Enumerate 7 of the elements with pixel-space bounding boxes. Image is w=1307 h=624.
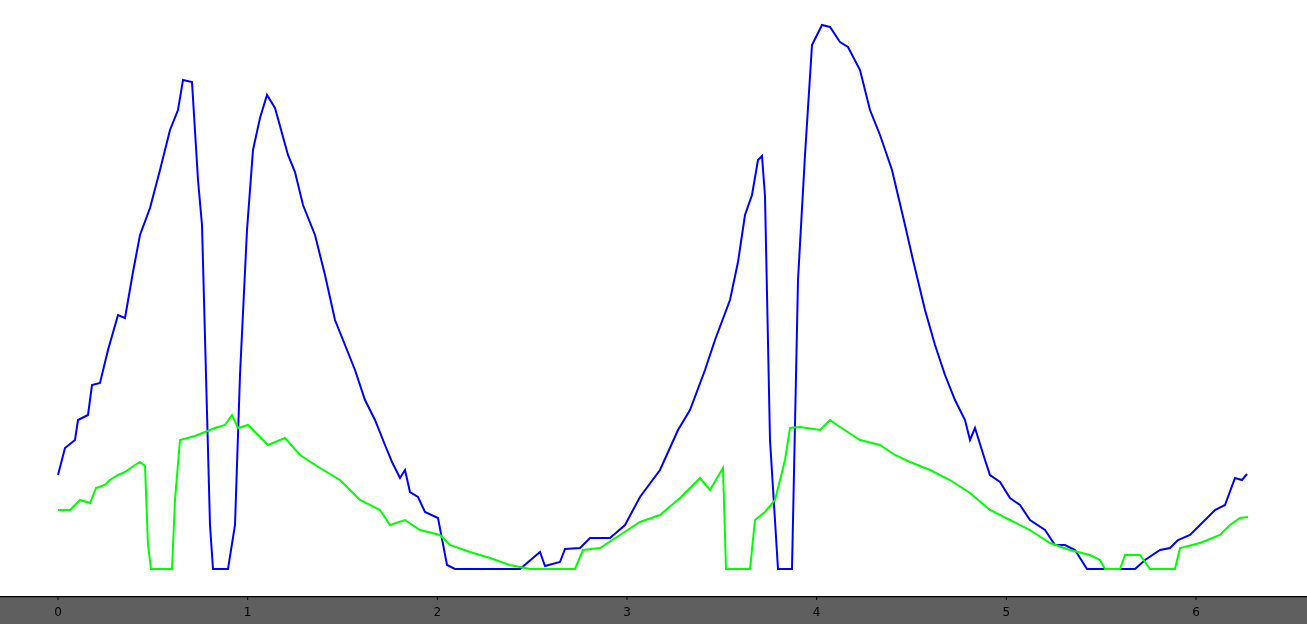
x-tick-label: 2 — [433, 605, 442, 619]
x-tick-label: 0 — [54, 605, 62, 619]
x-tick-label: 3 — [623, 605, 631, 619]
x-tick-label: 5 — [1002, 605, 1011, 619]
x-tick-label: 6 — [1192, 605, 1200, 619]
x-tick-label: 1 — [243, 605, 252, 619]
x-tick-label: 4 — [812, 605, 821, 619]
